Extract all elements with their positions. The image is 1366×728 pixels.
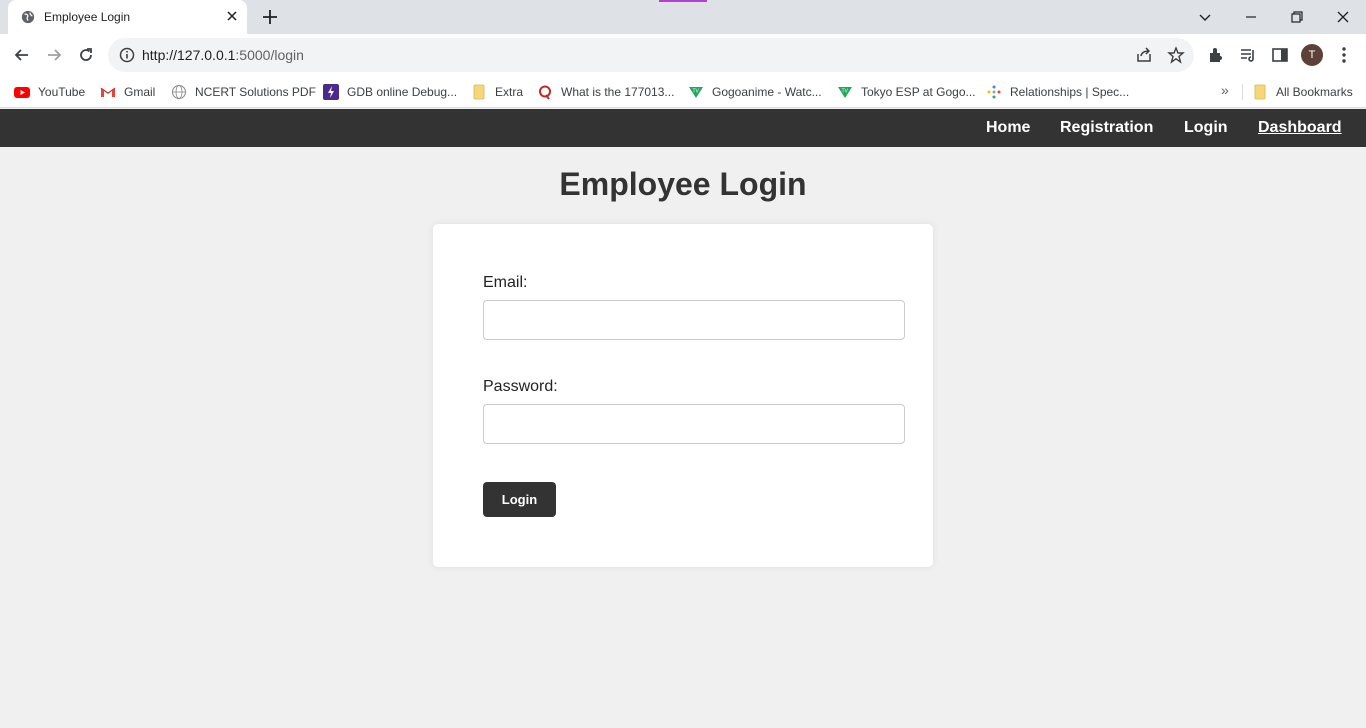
gmail-icon: [100, 87, 116, 97]
gogoanime-icon: TV: [689, 87, 703, 98]
new-tab-icon[interactable]: [259, 6, 281, 28]
reading-list-icon[interactable]: [1238, 45, 1258, 65]
tab-group-indicator: [659, 0, 707, 2]
bookmark-relationships[interactable]: Relationships | Spec...: [986, 84, 1129, 100]
quora-icon: [539, 85, 551, 100]
globe-icon: [21, 10, 35, 24]
url-text: http://127.0.0.1:5000/login: [142, 47, 304, 63]
bookmark-quora[interactable]: What is the 177013...: [537, 84, 674, 100]
bookmark-folder-extra[interactable]: Extra: [471, 84, 523, 100]
bookmark-gdb[interactable]: GDB online Debug...: [323, 84, 457, 100]
email-field[interactable]: [483, 300, 905, 340]
bookmark-ncert[interactable]: NCERT Solutions PDF: [171, 84, 316, 100]
profile-avatar[interactable]: T: [1301, 44, 1323, 66]
bookmark-youtube[interactable]: YouTube: [14, 84, 85, 100]
address-bar[interactable]: http://127.0.0.1:5000/login: [108, 38, 1194, 72]
gogoanime-icon: TV: [838, 87, 852, 98]
extensions-icon[interactable]: [1206, 45, 1226, 65]
nav-registration[interactable]: Registration: [1060, 119, 1153, 137]
bookmark-gogoanime[interactable]: TV Gogoanime - Watc...: [688, 84, 822, 100]
browser-tab[interactable]: Employee Login: [8, 0, 247, 34]
nav-dashboard[interactable]: Dashboard: [1258, 119, 1342, 137]
reload-icon[interactable]: [76, 45, 96, 65]
nav-login[interactable]: Login: [1184, 119, 1228, 137]
site-navbar: Home Registration Login Dashboard: [0, 109, 1366, 147]
bookmark-gmail[interactable]: Gmail: [100, 84, 155, 100]
youtube-icon: [14, 87, 30, 98]
email-label: Email:: [483, 274, 528, 291]
forward-icon[interactable]: [44, 45, 64, 65]
site-info-icon[interactable]: [118, 46, 136, 64]
folder-icon: [473, 84, 485, 100]
bookmarks-divider: [1242, 84, 1243, 100]
more-bookmarks-chevron[interactable]: »: [1221, 82, 1229, 98]
login-button[interactable]: Login: [483, 482, 556, 517]
folder-icon: [1254, 84, 1266, 100]
close-tab-icon[interactable]: [225, 9, 239, 23]
gdb-icon: [323, 84, 339, 100]
globe-icon: [172, 85, 186, 99]
tab-search-icon[interactable]: [1195, 7, 1215, 27]
all-bookmarks[interactable]: All Bookmarks: [1252, 84, 1353, 100]
side-panel-icon[interactable]: [1270, 45, 1290, 65]
close-window-icon[interactable]: [1333, 7, 1353, 27]
page-title: Employee Login: [559, 166, 807, 202]
share-icon[interactable]: [1134, 45, 1154, 65]
bookmark-tokyo-esp[interactable]: TV Tokyo ESP at Gogo...: [837, 84, 976, 100]
tab-strip: Employee Login: [0, 0, 1366, 34]
password-field[interactable]: [483, 404, 905, 444]
svg-text:TV: TV: [842, 89, 849, 95]
tab-title: Employee Login: [44, 10, 131, 24]
login-form-card: Email: Password: Login: [433, 224, 933, 567]
menu-kebab-icon[interactable]: [1334, 45, 1354, 65]
password-label: Password:: [483, 378, 558, 395]
minimize-icon[interactable]: [1241, 7, 1261, 27]
bookmarks-bar: YouTube Gmail NCERT Solutions PDF GDB on…: [0, 76, 1366, 108]
restore-icon[interactable]: [1287, 7, 1307, 27]
back-icon[interactable]: [12, 45, 32, 65]
bookmark-star-icon[interactable]: [1166, 45, 1186, 65]
browser-toolbar: http://127.0.0.1:5000/login T: [0, 34, 1366, 76]
nav-home[interactable]: Home: [986, 119, 1030, 137]
spec-icon: [987, 85, 1001, 99]
svg-text:TV: TV: [693, 89, 700, 95]
